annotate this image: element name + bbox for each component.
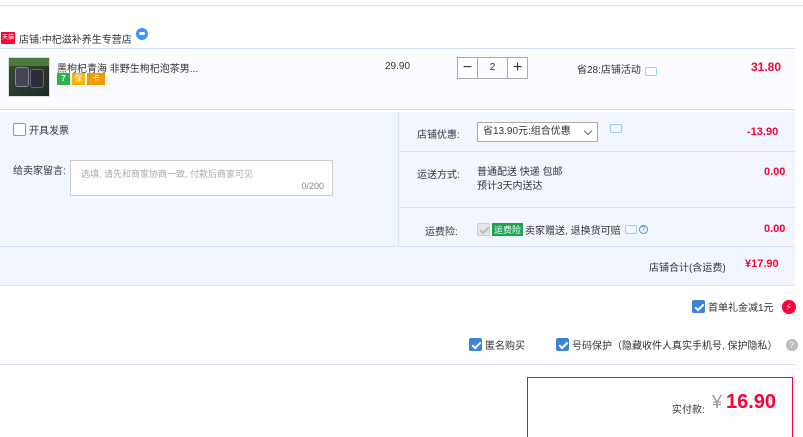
help-icon[interactable]: ? [638, 225, 648, 234]
quantity-decrease-button[interactable]: − [457, 57, 478, 79]
seller-note-placeholder: 选填, 请先和商家协商一致, 付款后商家可见 [81, 169, 254, 179]
gift-checkbox[interactable] [692, 300, 705, 313]
privacy-protection-option[interactable]: 号码保护（隐藏收件人真实手机号, 保护隐私） ? [556, 337, 798, 352]
promotion-text: 省28:店铺活动 [577, 61, 657, 76]
thumbnail-jar [30, 69, 44, 88]
seven-day-return-icon: 7 [57, 73, 70, 85]
insurance-text: 卖家赠送, 退换货可赔 [525, 226, 621, 237]
divider [0, 246, 795, 247]
guarantee-icon: 保 [72, 73, 85, 85]
divider [398, 112, 399, 246]
invoice-checkbox[interactable] [13, 123, 26, 136]
anonymous-purchase-option[interactable]: 匿名购买 [469, 337, 525, 352]
invoice-option[interactable]: 开具发票 [13, 122, 69, 137]
anonymous-label: 匿名购买 [485, 341, 525, 352]
invoice-label: 开具发票 [29, 126, 69, 137]
quantity-input[interactable]: 2 [478, 57, 507, 79]
cart-item-row: 黑枸杞青海 非野生枸杞泡茶男... 7 保 卡 29.90 − 2 + 省28:… [0, 48, 795, 110]
privacy-label: 号码保护（隐藏收件人真实手机号, 保护隐私） [572, 341, 778, 352]
gift-label: 首单礼金减1元 [708, 303, 774, 314]
seller-note-label: 给卖家留言: [13, 166, 66, 177]
shipping-method-text: 普通配送 快递 包邮 [477, 167, 563, 178]
payment-amount: 16.90 [726, 391, 777, 413]
comment-icon[interactable] [624, 225, 637, 234]
insurance-checkbox [477, 223, 490, 236]
privacy-checkbox[interactable] [556, 338, 569, 351]
shipping-method-info: 普通配送 快递 包邮 预计3天内送达 [477, 166, 563, 194]
help-icon[interactable]: ? [785, 338, 798, 351]
seller-note-char-count: 0/200 [301, 181, 324, 191]
store-discount-selected: 省13.90元:组合优惠 [483, 126, 571, 137]
divider [0, 364, 795, 365]
insurance-value: 0.00 [764, 223, 786, 235]
unit-price: 29.90 [385, 61, 411, 72]
lightning-icon: ⚡ [781, 299, 796, 314]
store-label: 店铺: [19, 34, 42, 46]
comment-icon[interactable] [610, 124, 622, 133]
service-badges: 7 保 卡 [57, 73, 105, 85]
divider [398, 207, 795, 208]
quantity-stepper: − 2 + [457, 57, 528, 79]
store-total-value: ¥17.90 [745, 258, 779, 270]
store-total-label: 店铺合计(含运费) [649, 263, 726, 274]
anonymous-checkbox[interactable] [469, 338, 482, 351]
product-thumbnail[interactable] [8, 57, 50, 97]
currency-symbol: ¥ [712, 392, 723, 412]
insurance-tag: 运费险 [492, 223, 524, 236]
store-discount-select[interactable]: 省13.90元:组合优惠 [477, 122, 598, 142]
quantity-increase-button[interactable]: + [507, 57, 528, 79]
payment-label: 实付款: [672, 405, 705, 416]
seller-note-textarea[interactable]: 选填, 请先和商家协商一致, 付款后商家可见 0/200 [70, 160, 333, 196]
store-discount-label: 店铺优惠: [417, 130, 460, 141]
first-order-gift-option[interactable]: 首单礼金减1元 ⚡ [692, 299, 796, 314]
order-options-panel: 开具发票 给卖家留言: 选填, 请先和商家协商一致, 付款后商家可见 0/200… [0, 112, 795, 286]
shipping-eta-text: 预计3天内送达 [477, 181, 543, 192]
shipping-method-label: 运送方式: [417, 170, 460, 181]
insurance-label: 运费险: [425, 227, 458, 238]
comment-icon[interactable] [644, 67, 657, 76]
thumbnail-leaf-decoration [9, 58, 49, 66]
divider [398, 151, 795, 152]
card-payment-icon: 卡 [87, 73, 105, 85]
chevron-down-icon [583, 126, 593, 136]
store-discount-value: -13.90 [747, 126, 779, 138]
shipping-fee-value: 0.00 [764, 166, 786, 178]
insurance-option: 运费险 卖家赠送, 退换货可赔 ? [477, 222, 648, 237]
promotion-label: 省28:店铺活动 [577, 65, 641, 76]
item-subtotal: 31.80 [751, 60, 782, 74]
tmall-badge: 天猫 [1, 32, 15, 44]
thumbnail-jar [15, 67, 29, 87]
payment-summary-box: 实付款: ¥ 16.90 [527, 377, 793, 437]
chat-icon[interactable] [135, 28, 148, 40]
column-header-strip [0, 0, 803, 6]
store-row: 天猫 店铺: 中杞滋补养生专营店 [0, 28, 148, 48]
store-name-link[interactable]: 中杞滋补养生专营店 [42, 31, 132, 46]
